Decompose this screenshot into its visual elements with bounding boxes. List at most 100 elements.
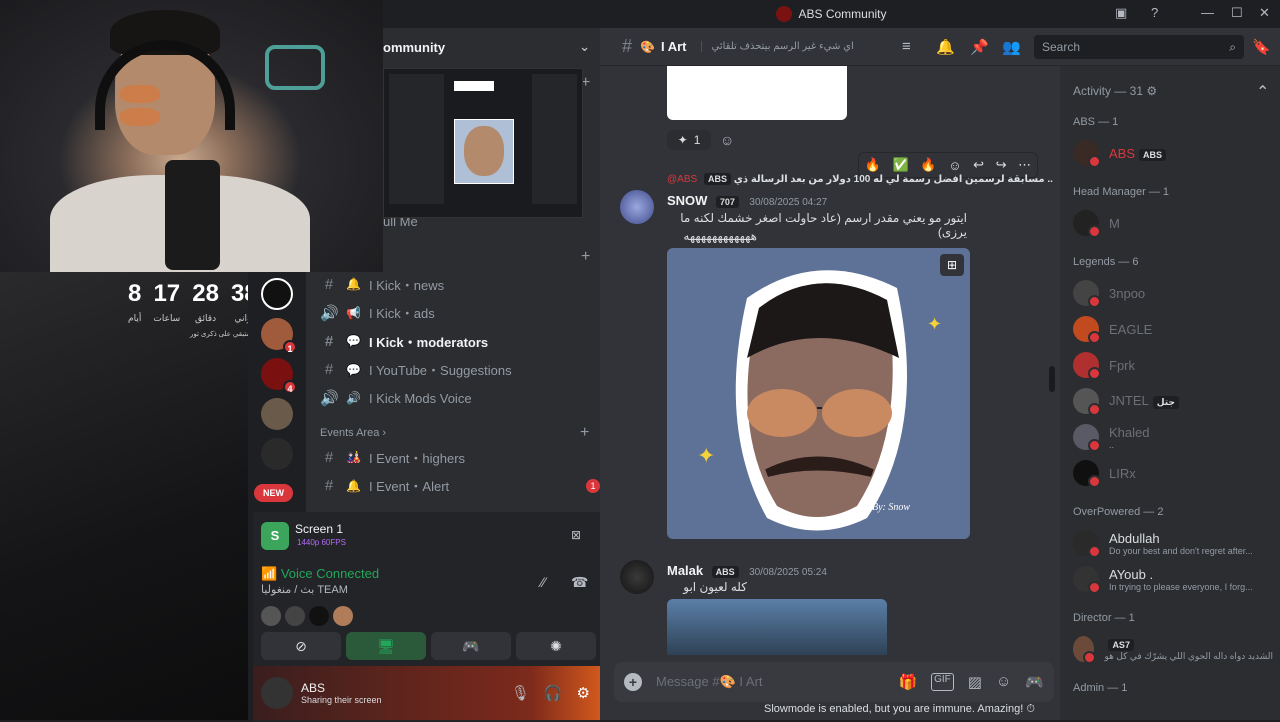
screenshare-button[interactable]: 🖥 — [346, 632, 426, 660]
avatar[interactable] — [620, 190, 654, 224]
disconnect-icon[interactable]: ☎ — [571, 574, 588, 591]
channel-title: I Art — [660, 39, 687, 54]
scrollbar[interactable] — [1049, 366, 1055, 392]
reaction-pill[interactable]: ✦ 1 — [667, 130, 711, 150]
channel-item[interactable]: # 🔔 I Kick・news — [320, 272, 444, 296]
participant-avatar[interactable] — [333, 606, 353, 626]
channel-item[interactable]: 🔊 📢 I Kick・ads — [320, 301, 435, 325]
collapse-chevron-icon[interactable]: ⌃ — [1256, 82, 1269, 102]
channel-label: I Kick・ads — [368, 306, 435, 321]
minimize-button[interactable]: — — [1201, 5, 1214, 20]
image-attachment[interactable] — [667, 599, 887, 655]
member-item[interactable]: Fprk — [1073, 348, 1273, 382]
artwork-attachment[interactable]: ✦ ✦ By: Snow ⊞ — [667, 248, 970, 539]
gif-icon[interactable]: GIF — [931, 673, 954, 691]
inbox-icon[interactable]: ▣ — [1115, 5, 1127, 21]
member-name: LIRx — [1109, 465, 1136, 481]
maximize-button[interactable]: ☐ — [1231, 5, 1243, 21]
more-options-icon[interactable]: ⋯ — [1018, 157, 1031, 173]
participant-avatar[interactable] — [309, 606, 329, 626]
activity-button[interactable]: 🎮 — [431, 632, 511, 660]
member-name: ABS ABS — [1109, 146, 1167, 161]
participant-avatar[interactable] — [285, 606, 305, 626]
forward-icon[interactable]: ↪ — [996, 157, 1007, 173]
channel-item[interactable]: # 💬 I YouTube・Suggestions — [320, 358, 512, 382]
reply-preview[interactable]: @ABS ABS مسابقة لرسمين افضل رسمة لي له 1… — [667, 173, 1053, 185]
channel-emoji-icon: 🎎 — [346, 450, 361, 464]
category-events[interactable]: Events Area › — [320, 427, 386, 439]
member-item[interactable]: ABS ABS — [1073, 136, 1273, 170]
channel-item[interactable]: # 🔔 I Event・Alert 1 — [320, 474, 600, 498]
gift-icon[interactable]: 🎁 — [898, 673, 917, 691]
server-icon[interactable]: 1 — [261, 318, 297, 354]
add-reaction-icon[interactable]: ☺ — [948, 158, 961, 173]
sticker-icon[interactable]: ▨ — [968, 673, 982, 691]
reaction-fire-icon[interactable]: 🔥 — [920, 157, 936, 173]
add-channel-icon[interactable]: + — [580, 424, 589, 442]
message-composer[interactable]: + Message #🎨 I Art 🎁 GIF ▨ ☺ 🎮 — [614, 662, 1054, 702]
message-header: SNOW 707 30/08/2025 04:27 — [667, 192, 827, 210]
avatar[interactable] — [620, 560, 654, 594]
emoji-icon[interactable]: ☺ — [996, 673, 1011, 691]
camera-toggle-button[interactable]: ⊘ — [261, 632, 341, 660]
channel-topic[interactable]: اي شيء غير الرسم بيتحذف تلقائي — [700, 41, 854, 52]
member-item[interactable]: Khaled.. — [1073, 420, 1273, 454]
settings-gear-icon[interactable]: ⚙ — [577, 684, 590, 702]
server-icon-countdown[interactable] — [261, 278, 293, 310]
message-list: ✦ 1 ☺ 🔥 ✅ 🔥 ☺ ↩ ↪ ⋯ @ABS ABS مسابقة لرسمي… — [600, 66, 1060, 720]
member-item[interactable]: AS7 الشديد دواه داله الحوي اللي يشرّك في … — [1073, 632, 1273, 666]
bookmark-icon[interactable]: 🔖 — [1252, 38, 1271, 56]
member-item[interactable]: Abdullah Do your best and don't regret af… — [1073, 526, 1273, 560]
previous-image-attachment[interactable] — [667, 66, 847, 120]
channel-item[interactable]: # 💬 I Kick・moderators — [320, 329, 488, 353]
add-channel-icon[interactable]: + — [581, 248, 590, 266]
notification-bell-icon[interactable]: 🔔 — [936, 38, 955, 56]
screenshare-thumbnail[interactable] — [383, 68, 583, 218]
member-item[interactable]: M — [1073, 206, 1273, 240]
member-item[interactable]: EAGLE — [1073, 312, 1273, 346]
apps-gamepad-icon[interactable]: 🎮 — [1025, 673, 1044, 691]
server-header[interactable]: ommunity ⌄ — [383, 28, 600, 66]
window-title: ABS Community — [798, 7, 887, 21]
reply-icon[interactable]: ↩ — [973, 157, 984, 173]
search-box[interactable]: Search ⌕ — [1034, 35, 1244, 59]
server-icon[interactable] — [261, 398, 293, 430]
reaction-fire-icon[interactable]: 🔥 — [865, 157, 881, 173]
avatar — [1073, 210, 1101, 238]
member-item[interactable]: 3npoo — [1073, 276, 1273, 310]
channel-item[interactable]: 🔊 🔊 I Kick Mods Voice — [320, 386, 472, 410]
server-icon[interactable]: 4 — [261, 358, 297, 394]
new-server-pill[interactable]: NEW — [254, 484, 293, 502]
member-status-text: Do your best and don't regret after... — [1109, 545, 1253, 556]
avatar[interactable] — [261, 677, 293, 709]
member-list-icon[interactable]: 👥 — [1002, 38, 1021, 56]
help-icon[interactable]: ? — [1151, 5, 1158, 20]
attach-plus-icon[interactable]: + — [624, 673, 642, 691]
image-actions-icon[interactable]: ⊞ — [940, 254, 964, 276]
screen-title: Screen 1 — [295, 522, 344, 536]
stop-stream-icon[interactable]: ⊠ — [571, 528, 581, 542]
member-item[interactable]: JNTEL جتل — [1073, 384, 1273, 418]
text-channel-icon: # — [324, 275, 334, 293]
message-author[interactable]: Malak — [667, 563, 703, 578]
pinned-messages-icon[interactable]: 📌 — [970, 38, 989, 56]
server-icon[interactable] — [261, 438, 293, 470]
message-author[interactable]: SNOW — [667, 193, 707, 208]
reaction-check-icon[interactable]: ✅ — [893, 157, 909, 173]
channel-item[interactable]: # 🎎 I Event・highers — [320, 445, 465, 469]
avatar — [1073, 388, 1101, 416]
microphone-icon[interactable]: 🎙 — [511, 684, 530, 702]
noise-suppression-icon[interactable]: ⁄⁄ — [541, 574, 546, 590]
countdown-value: 17 — [153, 280, 181, 307]
activity-header[interactable]: Activity — 31 ⚙ — [1073, 84, 1157, 98]
threads-icon[interactable]: ≡ — [902, 38, 911, 55]
headphones-icon[interactable]: 🎧 — [544, 684, 563, 702]
soundboard-button[interactable]: ✺ — [516, 632, 596, 660]
member-item[interactable]: AYoub . In trying to please everyone, I f… — [1073, 562, 1273, 596]
channel-emoji-icon: 🔔 — [346, 277, 361, 291]
member-item[interactable]: LIRx — [1073, 456, 1273, 490]
add-reaction-icon[interactable]: ☺ — [720, 132, 734, 148]
close-button[interactable]: ✕ — [1259, 5, 1270, 21]
reply-author: @ABS — [667, 174, 698, 185]
participant-avatar[interactable] — [261, 606, 281, 626]
